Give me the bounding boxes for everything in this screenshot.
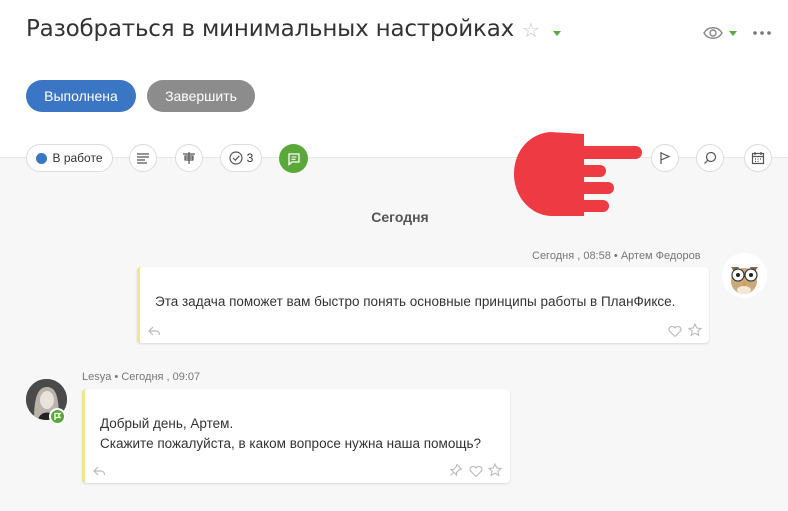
task-title[interactable]: Разобраться в минимальных настройках bbox=[26, 16, 514, 42]
avatar[interactable] bbox=[722, 253, 767, 298]
eye-icon[interactable] bbox=[703, 24, 723, 42]
comment-icon bbox=[287, 152, 300, 166]
pin-icon[interactable] bbox=[449, 463, 463, 477]
flag-icon bbox=[660, 152, 671, 164]
search-button[interactable] bbox=[696, 144, 724, 172]
day-divider-label: Сегодня bbox=[371, 209, 429, 225]
comment-button[interactable] bbox=[279, 144, 308, 173]
watch-menu-caret-icon[interactable] bbox=[729, 31, 737, 36]
task-header: Разобраться в минимальных настройках ☆ В… bbox=[0, 0, 788, 157]
fields-button[interactable] bbox=[175, 144, 203, 172]
calendar-icon bbox=[751, 152, 765, 165]
reply-icon[interactable] bbox=[147, 324, 161, 338]
message-line: Скажите пожалуйста, в каком вопросе нужн… bbox=[100, 436, 481, 451]
status-dot bbox=[36, 152, 48, 164]
checklist-button[interactable]: 3 bbox=[220, 144, 262, 172]
checklist-icon bbox=[229, 151, 243, 165]
message-line: Добрый день, Артем. bbox=[100, 416, 234, 431]
star-icon[interactable]: ☆ bbox=[522, 20, 540, 40]
message-card: Добрый день, Артем. Скажите пожалуйста, … bbox=[82, 389, 510, 483]
fields-icon bbox=[183, 152, 195, 164]
message-text: Эта задача поможет вам быстро понять осн… bbox=[155, 294, 676, 309]
done-button[interactable]: Выполнена bbox=[26, 80, 136, 112]
owl-avatar-image bbox=[731, 267, 758, 294]
like-icon[interactable] bbox=[469, 464, 483, 478]
like-icon[interactable] bbox=[668, 324, 682, 338]
status-label: В работе bbox=[52, 151, 103, 165]
finish-button[interactable]: Завершить bbox=[147, 80, 255, 112]
calendar-button[interactable] bbox=[744, 144, 772, 172]
planfix-badge-icon bbox=[49, 408, 66, 425]
description-button[interactable] bbox=[129, 144, 157, 172]
more-icon[interactable] bbox=[752, 30, 772, 36]
description-icon bbox=[137, 153, 149, 164]
message-meta: Lesya • Сегодня , 09:07 bbox=[82, 371, 201, 383]
status-pill[interactable]: В работе bbox=[26, 144, 113, 172]
star-icon[interactable] bbox=[688, 323, 702, 337]
search-icon bbox=[704, 151, 717, 164]
flag-button[interactable] bbox=[651, 144, 679, 172]
message-meta: Сегодня , 08:58 • Артем Федоров bbox=[532, 250, 701, 262]
reply-icon[interactable] bbox=[92, 464, 106, 478]
title-menu-caret-icon[interactable] bbox=[553, 31, 561, 36]
checklist-count: 3 bbox=[246, 151, 254, 165]
star-icon[interactable] bbox=[488, 463, 502, 477]
pointer-hand-icon bbox=[514, 132, 642, 216]
message-text: Добрый день, Артем. Скажите пожалуйста, … bbox=[100, 414, 481, 454]
message-card: Эта задача поможет вам быстро понять осн… bbox=[137, 267, 709, 343]
